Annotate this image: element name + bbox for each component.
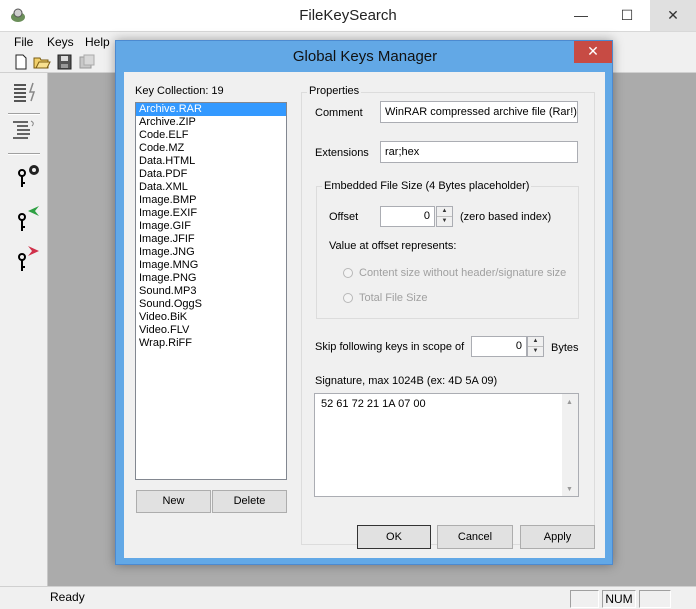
cancel-button[interactable]: Cancel — [437, 525, 513, 549]
spin-up-icon[interactable]: ▲ — [528, 337, 543, 347]
signature-value: 52 61 72 21 1A 07 00 — [321, 398, 426, 410]
scroll-down-icon[interactable]: ▼ — [566, 486, 573, 493]
key-list[interactable]: Archive.RAR Archive.ZIP Code.ELF Code.MZ Dat… — [135, 102, 287, 480]
key-green-arrow-icon[interactable] — [8, 205, 40, 233]
key-list-item[interactable]: Image.GIF — [136, 220, 286, 233]
radio-content-size-label: Content size without header/signature si… — [359, 267, 567, 279]
key-list-item[interactable]: Sound.OggS — [136, 298, 286, 311]
key-list-item[interactable]: Image.EXIF — [136, 207, 286, 220]
signature-scrollbar[interactable]: ▲ ▼ — [562, 394, 578, 496]
radio-total-size-label: Total File Size — [359, 292, 428, 304]
ok-button[interactable]: OK — [357, 525, 431, 549]
properties-title: Properties — [307, 85, 362, 97]
skip-label: Skip following keys in scope of — [315, 341, 465, 353]
key-list-item[interactable]: Code.ELF — [136, 129, 286, 142]
minimize-button[interactable]: — — [558, 0, 604, 31]
maximize-button[interactable]: ☐ — [604, 0, 650, 31]
key-list-item[interactable]: Wrap.RiFF — [136, 337, 286, 350]
offset-spinner[interactable]: ▲ ▼ — [436, 206, 453, 227]
delete-key-button[interactable]: Delete — [212, 490, 287, 513]
indent-list-icon[interactable] — [8, 117, 40, 145]
offset-hint: (zero based index) — [460, 211, 552, 223]
key-list-item[interactable]: Image.JNG — [136, 246, 286, 259]
status-text: Ready — [50, 590, 85, 604]
key-list-item[interactable]: Data.HTML — [136, 155, 286, 168]
key-red-arrow-icon[interactable] — [8, 245, 40, 273]
key-list-item[interactable]: Image.MNG — [136, 259, 286, 272]
key-list-item[interactable]: Sound.MP3 — [136, 285, 286, 298]
extensions-field[interactable]: rar;hex — [380, 141, 578, 163]
key-list-item[interactable]: Archive.RAR — [136, 103, 286, 116]
close-button[interactable]: ✕ — [650, 0, 696, 31]
radio-content-size[interactable] — [343, 268, 353, 278]
key-list-item[interactable]: Image.PNG — [136, 272, 286, 285]
skip-field[interactable]: 0 — [471, 336, 527, 357]
spin-up-icon[interactable]: ▲ — [437, 207, 452, 217]
key-list-item[interactable]: Video.FLV — [136, 324, 286, 337]
spin-down-icon[interactable]: ▼ — [437, 217, 452, 227]
menu-help[interactable]: Help — [85, 35, 110, 49]
sidebar-separator — [8, 153, 40, 155]
spin-down-icon[interactable]: ▼ — [528, 347, 543, 357]
status-panel-num: NUM — [602, 590, 636, 608]
scroll-up-icon[interactable]: ▲ — [566, 399, 573, 406]
represents-label: Value at offset represents: — [329, 240, 457, 252]
list-icon[interactable] — [8, 79, 40, 107]
apply-button[interactable]: Apply — [520, 525, 595, 549]
key-list-item[interactable]: Archive.ZIP — [136, 116, 286, 129]
key-list-item[interactable]: Image.BMP — [136, 194, 286, 207]
global-keys-manager-dialog: Global Keys Manager ✕ Key Collection: 19… — [115, 40, 613, 565]
menu-file[interactable]: File — [14, 35, 33, 49]
new-file-icon[interactable] — [12, 54, 30, 70]
key-list-item[interactable]: Code.MZ — [136, 142, 286, 155]
embedded-size-title: Embedded File Size (4 Bytes placeholder) — [322, 180, 532, 192]
signature-field[interactable]: 52 61 72 21 1A 07 00 ▲ ▼ — [314, 393, 579, 497]
open-folder-icon[interactable] — [33, 54, 51, 70]
comment-field[interactable]: WinRAR compressed archive file (Rar!) — [380, 101, 578, 123]
dialog-title: Global Keys Manager — [292, 48, 438, 65]
status-panel-caps — [570, 590, 599, 608]
skip-unit: Bytes — [551, 342, 579, 354]
extensions-label: Extensions — [315, 147, 369, 159]
radio-total-size[interactable] — [343, 293, 353, 303]
key-list-item[interactable]: Image.JFIF — [136, 233, 286, 246]
key-collection-label: Key Collection: 19 — [135, 85, 224, 97]
skip-spinner[interactable]: ▲ ▼ — [527, 336, 544, 357]
sidebar — [0, 73, 48, 586]
new-key-button[interactable]: New — [136, 490, 211, 513]
key-gear-icon[interactable] — [8, 161, 40, 189]
save-disabled-icon[interactable] — [78, 54, 96, 70]
sidebar-separator — [8, 113, 40, 115]
key-list-item[interactable]: Video.BiK — [136, 311, 286, 324]
signature-label: Signature, max 1024B (ex: 4D 5A 09) — [315, 375, 498, 387]
status-bar: Ready NUM — [0, 586, 696, 609]
dialog-client: Key Collection: 19 Archive.RAR Archive.ZI… — [124, 72, 605, 558]
dialog-close-button[interactable]: ✕ — [574, 41, 612, 63]
status-panel-scrl — [639, 590, 671, 608]
offset-label: Offset — [329, 211, 359, 223]
offset-field[interactable]: 0 — [380, 206, 435, 227]
title-bar: FileKeySearch — ☐ ✕ — [0, 0, 696, 32]
menu-keys[interactable]: Keys — [47, 35, 74, 49]
key-list-item[interactable]: Data.PDF — [136, 168, 286, 181]
key-list-item[interactable]: Data.XML — [136, 181, 286, 194]
comment-label: Comment — [315, 107, 363, 119]
save-icon[interactable] — [56, 54, 74, 70]
